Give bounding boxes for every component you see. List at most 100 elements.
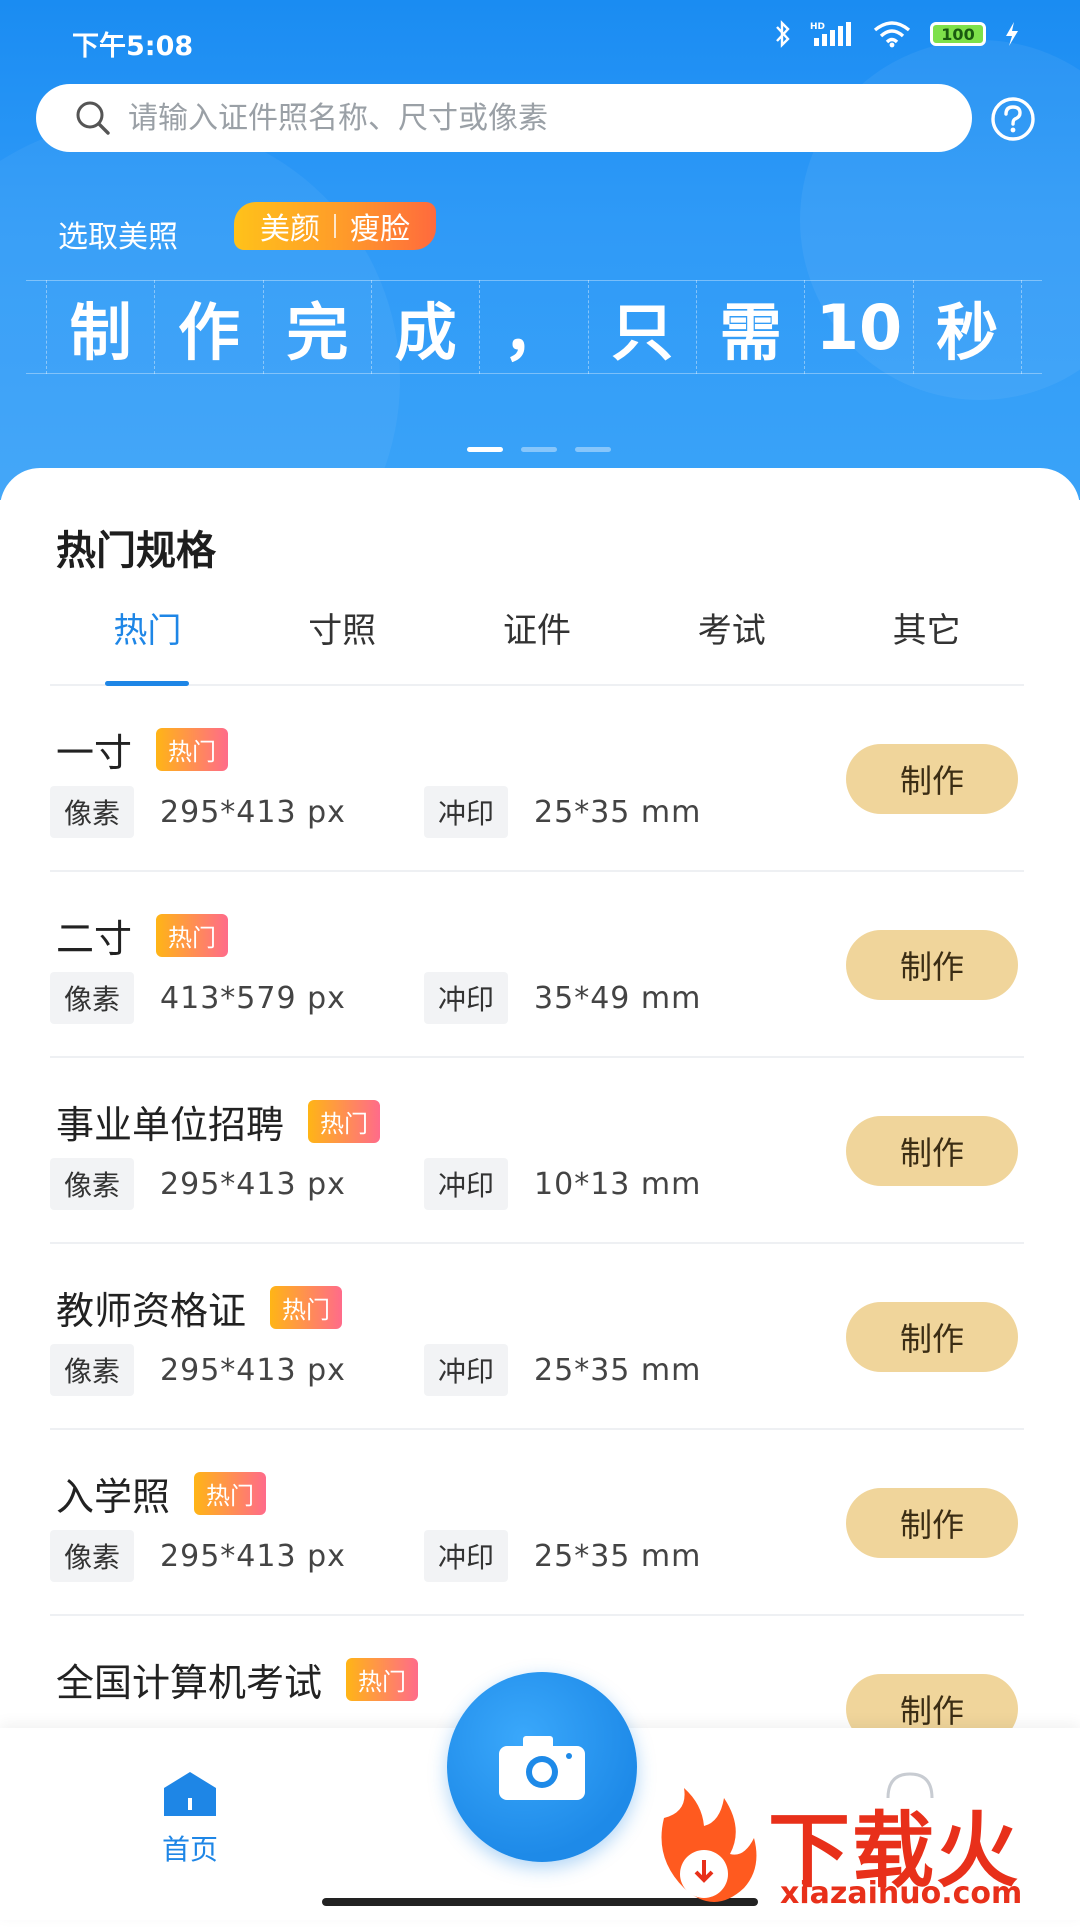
carousel-dot[interactable] (521, 447, 557, 452)
search-input[interactable] (126, 99, 950, 137)
make-button[interactable]: 制作 (846, 1488, 1018, 1558)
promo-label: 选取美照 (58, 220, 178, 255)
camera-button[interactable] (447, 1672, 637, 1862)
pixel-tag: 像素 (50, 1158, 135, 1210)
promo-chip: 美颜 瘦脸 (234, 202, 436, 250)
spec-details: 像素 295*413 px 冲印 25*35 mm (50, 786, 798, 838)
spec-name: 二寸 (56, 917, 133, 961)
charging-icon (1006, 22, 1018, 46)
spec-name-wrap: 全国计算机考试 热门 (56, 1652, 419, 1707)
tab-id[interactable]: 证件 (440, 598, 635, 684)
print-tag: 冲印 (424, 972, 509, 1024)
spec-name: 事业单位招聘 (56, 1103, 285, 1147)
carousel-dot-active[interactable] (467, 447, 503, 452)
spec-name-wrap: 一寸 热门 (56, 722, 229, 777)
print-value: 25*35 mm (534, 1352, 702, 1388)
spec-details: 像素 295*413 px 冲印 25*35 mm (50, 1530, 798, 1582)
hot-badge: 热门 (194, 1472, 267, 1515)
carousel-dot[interactable] (575, 447, 611, 452)
spec-name-wrap: 教师资格证 热门 (56, 1280, 343, 1335)
spec-details: 像素 295*413 px 冲印 25*35 mm (50, 1344, 798, 1396)
make-button[interactable]: 制作 (846, 1116, 1018, 1186)
headline-char: 10 (804, 280, 912, 374)
headline-char: 作 (154, 280, 262, 374)
watermark-logo-icon (661, 1788, 757, 1902)
pixel-value: 295*413 px (160, 794, 346, 830)
bluetooth-icon (776, 20, 790, 48)
tab-inch[interactable]: 寸照 (245, 598, 440, 684)
list-item[interactable]: 事业单位招聘 热门 像素 295*413 px 冲印 10*13 mm 制作 (50, 1058, 1024, 1244)
headline-grid: 制 作 完 成 ， 只 需 10 秒 (26, 280, 1042, 374)
print-value: 25*35 mm (534, 1538, 702, 1574)
hot-badge: 热门 (270, 1286, 343, 1329)
print-tag: 冲印 (424, 1158, 509, 1210)
promo-chip-divider (334, 214, 336, 238)
hot-badge: 热门 (156, 914, 229, 957)
section-title: 热门规格 (56, 528, 216, 574)
spec-name: 入学照 (56, 1475, 171, 1519)
hot-badge: 热门 (308, 1100, 381, 1143)
carousel-indicator (467, 447, 611, 452)
make-button[interactable]: 制作 (846, 744, 1018, 814)
search-icon (76, 101, 110, 135)
nav-home-label: 首页 (161, 1833, 218, 1866)
status-time: 下午5:08 (72, 31, 194, 62)
hot-badge: 热门 (156, 728, 229, 771)
headline: 制 作 完 成 ， 只 需 10 秒 (46, 280, 1022, 374)
headline-char: 只 (587, 280, 696, 374)
pixel-value: 295*413 px (160, 1352, 346, 1388)
list-item[interactable]: 入学照 热门 像素 295*413 px 冲印 25*35 mm 制作 (50, 1430, 1024, 1616)
tab-exam[interactable]: 考试 (634, 598, 829, 684)
status-icons: HD 100 (774, 20, 1020, 48)
spec-list: 一寸 热门 像素 295*413 px 冲印 25*35 mm 制作 二寸 热门… (50, 686, 1024, 1802)
svg-text:HD: HD (810, 22, 825, 32)
pixel-tag: 像素 (50, 786, 135, 838)
print-tag: 冲印 (424, 1344, 509, 1396)
banner[interactable]: 下午5:08 HD 100 请输入证件照名称、尺寸或像素 选取美照 美颜 瘦脸 … (0, 0, 1080, 500)
category-tabs: 热门 寸照 证件 考试 其它 (50, 598, 1024, 686)
home-icon (164, 1772, 216, 1816)
headline-char: 秒 (912, 280, 1022, 374)
pixel-tag: 像素 (50, 1530, 135, 1582)
spec-name-wrap: 事业单位招聘 热门 (56, 1094, 381, 1149)
nav-home[interactable]: 首页 (140, 1770, 240, 1868)
spec-name: 一寸 (56, 731, 133, 775)
spec-details: 像素 295*413 px 冲印 10*13 mm (50, 1158, 798, 1210)
spec-name: 教师资格证 (56, 1289, 247, 1333)
hot-badge: 热门 (346, 1658, 419, 1701)
spec-name-wrap: 入学照 热门 (56, 1466, 267, 1521)
print-tag: 冲印 (424, 1530, 509, 1582)
pixel-tag: 像素 (50, 972, 135, 1024)
pixel-value: 295*413 px (160, 1538, 346, 1574)
pixel-tag: 像素 (50, 1344, 135, 1396)
tab-other[interactable]: 其它 (829, 598, 1024, 684)
headline-char: 需 (695, 280, 804, 374)
headline-char: ， (479, 280, 587, 374)
headline-char: 完 (262, 280, 371, 374)
list-item[interactable]: 教师资格证 热门 像素 295*413 px 冲印 25*35 mm 制作 (50, 1244, 1024, 1430)
list-item[interactable]: 一寸 热门 像素 295*413 px 冲印 25*35 mm 制作 (50, 686, 1024, 872)
print-value: 10*13 mm (534, 1166, 702, 1202)
watermark-url: xiazaihuo.com (780, 1876, 1023, 1911)
headline-char: 成 (370, 280, 479, 374)
signal-icon: HD (810, 22, 851, 46)
search-bar[interactable] (36, 84, 972, 152)
pixel-value: 413*579 px (160, 980, 346, 1016)
camera-icon (499, 1736, 585, 1800)
spec-name-wrap: 二寸 热门 (56, 908, 229, 963)
spec-name: 全国计算机考试 (56, 1661, 323, 1705)
watermark: 下载火 xiazaihuo.com (640, 1778, 1080, 1920)
promo-chip-right: 瘦脸 (350, 212, 410, 247)
status-bar: 下午5:08 HD 100 (0, 0, 1080, 80)
print-value: 35*49 mm (534, 980, 702, 1016)
make-button[interactable]: 制作 (846, 930, 1018, 1000)
tab-hot[interactable]: 热门 (50, 598, 245, 686)
list-item[interactable]: 二寸 热门 像素 413*579 px 冲印 35*49 mm 制作 (50, 872, 1024, 1058)
print-value: 25*35 mm (534, 794, 702, 830)
wifi-icon (873, 21, 911, 48)
battery-icon: 100 (930, 22, 986, 46)
pixel-value: 295*413 px (160, 1166, 346, 1202)
promo-chip-left: 美颜 (260, 212, 320, 247)
make-button[interactable]: 制作 (846, 1302, 1018, 1372)
help-icon[interactable] (990, 96, 1036, 142)
